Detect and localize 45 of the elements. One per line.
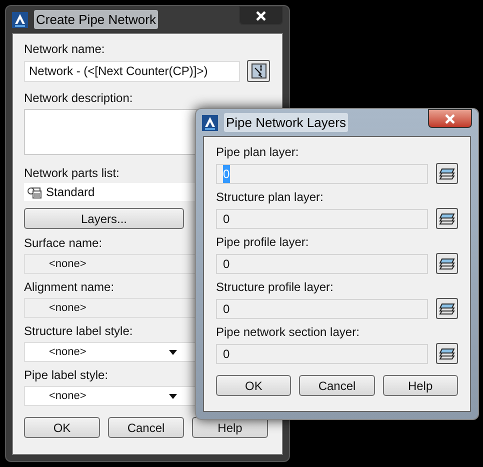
dropdown-arrow-icon (169, 394, 177, 398)
close-button[interactable] (428, 109, 472, 128)
layer-button[interactable] (436, 298, 458, 319)
layer-button[interactable] (436, 343, 458, 364)
pick-button[interactable] (247, 60, 270, 82)
field-label: Structure label style: (24, 324, 133, 338)
field-label: Pipe label style: (24, 368, 108, 382)
field-label: Pipe plan layer: (216, 145, 299, 159)
dialog-button[interactable]: Cancel (108, 417, 184, 438)
field-label: Network description: (24, 91, 133, 105)
window-title: Create Pipe Network (34, 10, 158, 30)
close-icon (445, 114, 455, 124)
app-logo-icon (202, 114, 218, 130)
layers-icon (438, 346, 456, 362)
layers-icon (438, 210, 456, 226)
close-icon (256, 10, 266, 20)
close-button[interactable] (239, 6, 283, 25)
app-logo-icon (12, 12, 28, 28)
layers-icon (438, 166, 456, 182)
input-field[interactable]: 0 (216, 208, 428, 228)
parts-list-icon (26, 185, 42, 199)
layers-icon (438, 300, 456, 316)
field-label: Surface name: (24, 236, 102, 250)
layer-button[interactable] (436, 163, 458, 184)
field-label: Pipe network section layer: (216, 325, 360, 339)
input-field[interactable]: 0 (216, 254, 428, 274)
input-field[interactable]: 0 (216, 298, 428, 318)
layer-button[interactable] (436, 253, 458, 274)
field-label: Structure profile layer: (216, 280, 334, 294)
field-label: Alignment name: (24, 280, 114, 294)
input-field[interactable]: Network - (<[Next Counter(CP)]>) (24, 60, 240, 82)
field-label: Network parts list: (24, 166, 120, 180)
window-title: Pipe Network Layers (224, 112, 348, 132)
input-field[interactable]: 0 (216, 344, 428, 364)
layers-button[interactable]: Layers... (24, 208, 184, 229)
ok-button[interactable]: OK (24, 417, 100, 438)
dropdown-arrow-icon (169, 350, 177, 354)
field-label: Pipe profile layer: (216, 235, 309, 249)
ok-button[interactable]: OK (216, 375, 292, 396)
layer-button[interactable] (436, 208, 458, 229)
pick-icon (250, 63, 266, 79)
dialog-button[interactable]: Cancel (299, 375, 375, 396)
layers-icon (438, 256, 456, 272)
dialog-button[interactable]: Help (382, 375, 458, 396)
field-label: Network name: (24, 42, 105, 56)
